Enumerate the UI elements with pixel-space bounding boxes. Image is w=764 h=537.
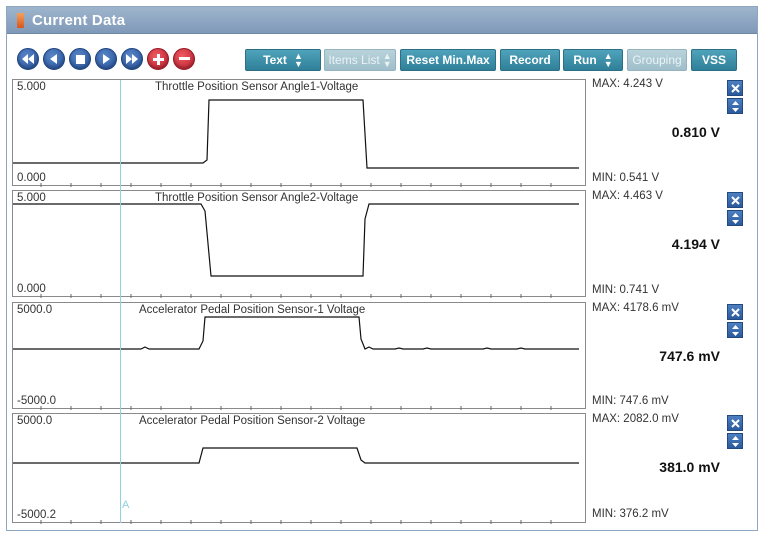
reset-minmax-label: Reset Min.Max	[406, 53, 490, 67]
updown-icon: ▲ ▼	[603, 51, 613, 69]
close-icon	[730, 418, 740, 428]
y-axis-min-label: -5000.2	[17, 509, 57, 521]
vss-button[interactable]: VSS	[691, 49, 737, 71]
close-icon	[730, 307, 740, 317]
play-button[interactable]	[95, 48, 117, 70]
min-readout: MIN: 0.541 V	[592, 172, 660, 184]
items-list-label: Items List	[328, 53, 380, 67]
current-value: 0.810 V	[671, 124, 720, 140]
last-icon	[126, 54, 138, 64]
zoom-out-button[interactable]	[173, 48, 195, 70]
chart-title: Accelerator Pedal Position Sensor-2 Volt…	[139, 415, 366, 427]
expand-button[interactable]	[727, 433, 743, 449]
expand-icon	[731, 212, 739, 224]
expand-icon	[731, 324, 739, 336]
previous-icon	[50, 54, 57, 64]
window-icon	[17, 12, 24, 28]
chart-panel-tps1: 5.000 0.000 Throttle Position Sensor Ang…	[12, 79, 586, 187]
window-title: Current Data	[32, 11, 126, 29]
y-axis-min-label: 0.000	[17, 283, 46, 295]
chart-panel-apps1: 5000.0 -5000.0 Accelerator Pedal Positio…	[12, 302, 586, 410]
stop-button[interactable]	[69, 48, 91, 70]
max-readout: MAX: 4178.6 mV	[592, 302, 679, 314]
max-readout: MAX: 4.243 V	[592, 78, 663, 90]
close-button[interactable]	[727, 80, 743, 96]
chart-title: Accelerator Pedal Position Sensor-1 Volt…	[139, 304, 366, 316]
last-button[interactable]	[121, 48, 143, 70]
min-readout: MIN: 376.2 mV	[592, 508, 669, 520]
tps2-waveform	[13, 203, 579, 298]
y-axis-min-label: 0.000	[17, 172, 46, 184]
time-cursor-line[interactable]	[120, 80, 121, 523]
grouping-button[interactable]: Grouping	[627, 49, 687, 71]
vss-label: VSS	[701, 53, 726, 67]
max-readout: MAX: 4.463 V	[592, 190, 663, 202]
chart-title: Throttle Position Sensor Angle1-Voltage	[155, 81, 359, 93]
record-label: Record	[509, 53, 551, 67]
y-axis-min-label: -5000.0	[17, 395, 57, 407]
chart-panel-apps2: 5000.0 -5000.2 Accelerator Pedal Positio…	[12, 413, 586, 524]
y-axis-max-label: 5.000	[17, 192, 46, 204]
close-button[interactable]	[727, 192, 743, 208]
title-bar: Current Data	[7, 7, 757, 34]
current-value: 747.6 mV	[659, 348, 720, 364]
text-select[interactable]: Text ▲ ▼	[245, 49, 321, 71]
chart-panel-tps2: 5.000 0.000 Throttle Position Sensor Ang…	[12, 190, 586, 298]
min-readout: MIN: 0.741 V	[592, 284, 660, 296]
expand-button[interactable]	[727, 322, 743, 338]
reset-minmax-button[interactable]: Reset Min.Max	[400, 49, 496, 71]
updown-icon: ▲ ▼	[382, 51, 392, 69]
y-axis-max-label: 5.000	[17, 81, 46, 93]
y-axis-max-label: 5000.0	[17, 304, 53, 316]
run-select[interactable]: Run ▲ ▼	[563, 49, 623, 71]
previous-button[interactable]	[43, 48, 65, 70]
minus-icon	[178, 57, 190, 60]
play-icon	[103, 54, 110, 64]
apps1-waveform	[13, 316, 579, 410]
run-select-label: Run	[573, 53, 597, 67]
first-button[interactable]	[17, 48, 39, 70]
stop-icon	[75, 54, 85, 64]
vertical-scrollbar[interactable]	[745, 80, 751, 524]
updown-icon: ▲ ▼	[293, 51, 303, 69]
first-icon	[22, 54, 34, 64]
close-icon	[730, 83, 740, 93]
expand-button[interactable]	[727, 98, 743, 114]
text-select-label: Text	[263, 53, 287, 67]
toolbar: Text ▲ ▼ Items List ▲ ▼ Reset Min.Max Reco…	[7, 37, 757, 77]
plus-icon	[152, 53, 164, 65]
zoom-in-button[interactable]	[147, 48, 169, 70]
y-axis-max-label: 5000.0	[17, 415, 53, 427]
grouping-label: Grouping	[632, 53, 682, 67]
apps2-waveform	[13, 447, 579, 524]
min-readout: MIN: 747.6 mV	[592, 395, 669, 407]
max-readout: MAX: 2082.0 mV	[592, 413, 679, 425]
record-button[interactable]: Record	[500, 49, 560, 71]
tps1-waveform	[13, 99, 579, 187]
expand-icon	[731, 435, 739, 447]
close-button[interactable]	[727, 415, 743, 431]
chart-title: Throttle Position Sensor Angle2-Voltage	[155, 192, 359, 204]
current-value: 381.0 mV	[659, 459, 720, 475]
expand-button[interactable]	[727, 210, 743, 226]
current-value: 4.194 V	[671, 236, 720, 252]
time-cursor-label: A	[122, 499, 130, 511]
expand-icon	[731, 100, 739, 112]
close-icon	[730, 195, 740, 205]
close-button[interactable]	[727, 304, 743, 320]
items-list-select[interactable]: Items List ▲ ▼	[324, 49, 396, 71]
